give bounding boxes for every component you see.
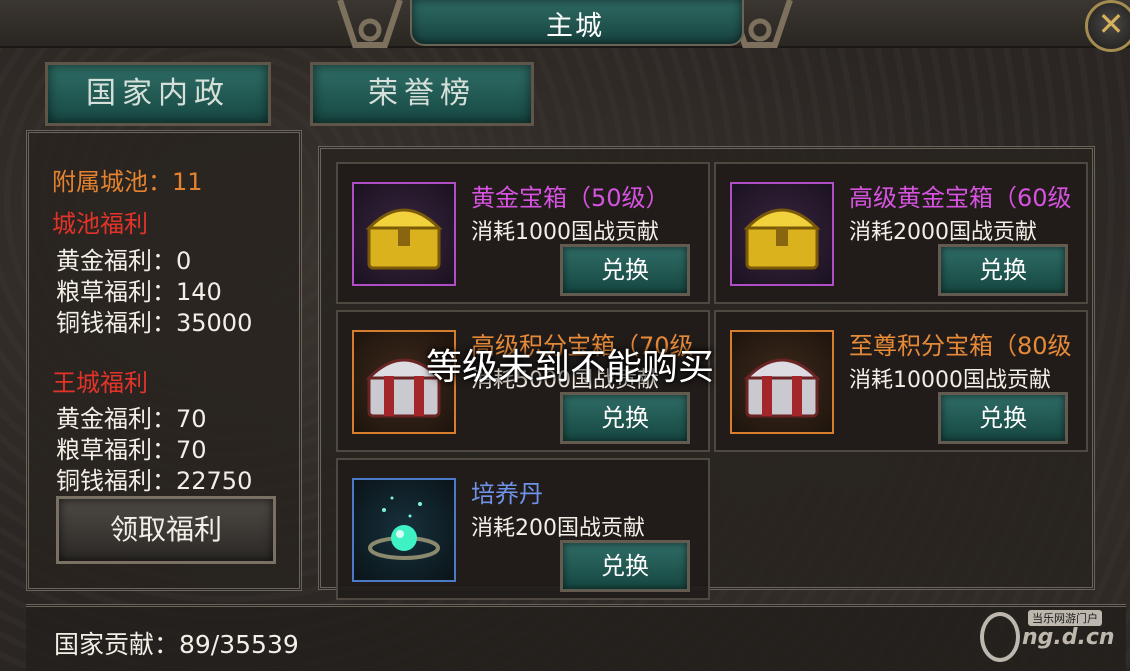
exchange-button[interactable]: 兑换	[560, 392, 690, 444]
exchange-button[interactable]: 兑换	[938, 392, 1068, 444]
city-welfare-copper: 铜钱福利：35000	[56, 309, 253, 337]
watermark-logo-icon	[980, 612, 1020, 662]
item-name: 黄金宝箱（50级）	[471, 184, 670, 212]
watermark-top: 当乐网游门户	[1028, 610, 1102, 626]
national-contribution: 国家贡献：89/35539	[54, 630, 299, 659]
shop-item: 高级黄金宝箱（60级 消耗2000国战贡献 兑换	[714, 162, 1088, 304]
claim-welfare-button[interactable]: 领取福利	[56, 496, 276, 564]
attached-cities-count: 附属城池：11	[52, 168, 203, 196]
exchange-button[interactable]: 兑换	[938, 244, 1068, 296]
item-cost: 消耗200国战贡献	[471, 516, 645, 541]
item-name: 高级黄金宝箱（60级	[849, 184, 1072, 212]
royal-welfare-gold: 黄金福利：70	[56, 405, 207, 433]
city-welfare-grain: 粮草福利：140	[56, 278, 222, 306]
toast-message: 等级未到不能购买	[425, 347, 714, 388]
tab-honor-board[interactable]: 荣誉榜	[310, 62, 534, 126]
item-cost: 消耗1000国战贡献	[471, 220, 659, 245]
page-title: 主城	[546, 11, 604, 42]
city-welfare-gold: 黄金福利：0	[56, 247, 192, 275]
gold-chest-icon	[352, 182, 456, 286]
city-welfare-title: 城池福利	[52, 210, 148, 238]
item-name: 培养丹	[471, 480, 543, 508]
tab-domestic-affairs[interactable]: 国家内政	[45, 62, 271, 126]
royal-welfare-grain: 粮草福利：70	[56, 436, 207, 464]
exchange-button[interactable]: 兑换	[560, 244, 690, 296]
shop-item: 培养丹 消耗200国战贡献 兑换	[336, 458, 710, 600]
royal-welfare-copper: 铜钱福利：22750	[56, 467, 253, 495]
glowing-pill-icon	[352, 478, 456, 582]
exchange-button[interactable]: 兑换	[560, 540, 690, 592]
ornament-left-icon	[337, 0, 403, 48]
close-icon[interactable]: ✕	[1085, 0, 1130, 52]
shop-item: 黄金宝箱（50级） 消耗1000国战贡献 兑换	[336, 162, 710, 304]
gold-chest-icon	[730, 182, 834, 286]
watermark-main: ng.d.cn	[1022, 625, 1115, 650]
item-cost: 消耗2000国战贡献	[849, 220, 1037, 245]
